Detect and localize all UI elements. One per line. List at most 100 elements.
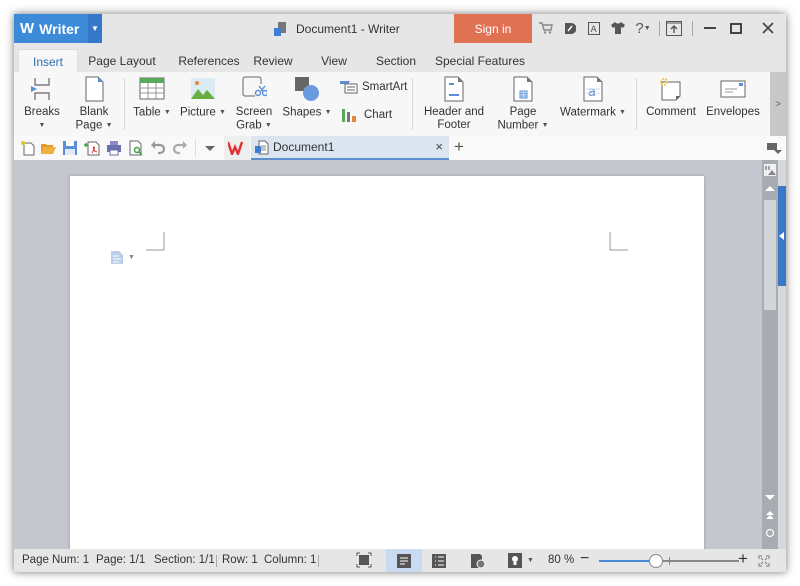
close-button[interactable] (756, 17, 780, 39)
page-corner-mark-top-left (146, 232, 165, 251)
document-page[interactable]: ▼ (70, 176, 704, 556)
document-tab[interactable]: Document1 × (251, 136, 449, 160)
vertical-scrollbar[interactable] (762, 160, 778, 549)
tab-special-features[interactable]: Special Features (432, 49, 528, 72)
full-screen-view-button[interactable] (356, 552, 374, 569)
screen-grab-button[interactable]: Screen Grab ▼ (234, 76, 274, 133)
help-icon[interactable]: ? ▼ (632, 20, 654, 37)
tab-page-layout[interactable]: Page Layout (82, 49, 162, 72)
upload-icon[interactable] (666, 20, 682, 36)
status-page-num: Page Num: 1 (22, 554, 90, 566)
new-document-icon[interactable] (20, 140, 36, 156)
status-row: Row: 1 (222, 554, 258, 566)
page-view-icon (397, 554, 411, 568)
sign-in-button[interactable]: Sign in (454, 14, 532, 43)
shapes-button[interactable]: Shapes ▼ (282, 76, 332, 120)
watermark-icon: a (580, 76, 606, 102)
comment-button[interactable]: Comment (644, 76, 698, 119)
page-view-button[interactable] (386, 549, 422, 572)
page-corner-mark-top-right (609, 232, 628, 251)
chart-icon (342, 109, 356, 122)
ribbon-scroll-right-button[interactable]: > (770, 72, 786, 136)
side-panel-toggle[interactable] (778, 186, 786, 286)
separator (412, 78, 413, 130)
print-icon[interactable] (106, 140, 122, 156)
wps-home-tab[interactable] (224, 136, 250, 160)
smartart-icon (340, 81, 358, 94)
zoom-slider-fill (599, 560, 655, 562)
zoom-out-button[interactable]: − (580, 550, 589, 568)
scrollbar-thumb[interactable] (764, 200, 776, 310)
svg-text:a: a (588, 85, 596, 100)
divider (659, 21, 660, 36)
blank-page-button[interactable]: Blank Page ▼ (74, 76, 114, 133)
picture-button[interactable]: Picture ▼ (180, 76, 226, 120)
tab-review[interactable]: Review (250, 49, 296, 72)
page-number-button[interactable]: Page Number ▼ (496, 76, 550, 133)
split-view-icon[interactable] (764, 164, 776, 176)
status-column: Column: 1 (264, 554, 317, 566)
close-tab-icon[interactable]: × (435, 139, 443, 154)
divider (318, 555, 319, 567)
header-footer-icon (441, 76, 467, 102)
separator (636, 78, 637, 130)
skin-icon[interactable] (562, 20, 578, 36)
app-menu-dropdown[interactable]: ▼ (88, 14, 102, 43)
writer-document-icon (255, 140, 269, 155)
ribbon-options-icon[interactable] (766, 140, 782, 156)
zoom-in-button[interactable]: + (738, 549, 748, 569)
header-footer-button[interactable]: Header and Footer (418, 76, 490, 132)
writer-window: W Writer ▼ Document1 - Writer Sign in A … (14, 14, 786, 572)
open-folder-icon[interactable] (40, 140, 56, 156)
web-layout-button[interactable] (470, 553, 486, 572)
cart-icon[interactable] (538, 20, 554, 36)
zoom-level[interactable]: 80 % (548, 554, 574, 566)
print-preview-icon[interactable] (128, 140, 144, 156)
tab-references[interactable]: References (168, 49, 250, 72)
paragraph-layout-button[interactable]: ▼ (110, 250, 135, 265)
minimize-button[interactable] (698, 17, 722, 39)
outline-view-button[interactable] (432, 554, 446, 571)
maximize-button[interactable] (724, 17, 748, 39)
tab-section[interactable]: Section (370, 49, 422, 72)
divider (216, 555, 217, 567)
undo-icon[interactable] (150, 140, 166, 156)
redo-icon[interactable] (172, 140, 188, 156)
zoom-slider-tick (669, 557, 670, 565)
envelopes-button[interactable]: Envelopes (704, 76, 762, 119)
breaks-button[interactable]: Breaks ▼ (22, 76, 62, 133)
outline-view-icon (432, 554, 446, 568)
tab-insert[interactable]: Insert (18, 49, 78, 73)
eye-protection-button[interactable]: ▼ (508, 553, 534, 568)
font-icon[interactable]: A (586, 20, 602, 36)
scroll-up-icon[interactable] (764, 184, 776, 192)
new-tab-button[interactable]: + (454, 137, 464, 157)
window-title: Document1 - Writer (274, 14, 400, 43)
zoom-slider[interactable] (599, 554, 739, 568)
smartart-button[interactable]: SmartArt (340, 80, 407, 94)
scroll-down-icon[interactable] (764, 494, 776, 502)
previous-page-icon[interactable] (764, 510, 776, 520)
zoom-slider-knob[interactable] (649, 554, 663, 568)
select-browse-object-icon[interactable] (764, 528, 776, 538)
paragraph-layout-icon (111, 251, 123, 264)
export-pdf-icon[interactable] (84, 140, 100, 156)
separator (124, 78, 125, 130)
wps-logo-icon (228, 141, 244, 155)
document-icon (274, 21, 288, 36)
fit-window-button[interactable] (758, 555, 770, 570)
chart-button[interactable]: Chart (342, 108, 392, 122)
watermark-button[interactable]: a Watermark ▼ (558, 76, 628, 120)
tshirt-icon[interactable] (610, 20, 626, 36)
table-icon (139, 76, 165, 102)
tab-view[interactable]: View (314, 49, 354, 72)
save-icon[interactable] (62, 140, 78, 156)
envelope-icon (720, 76, 746, 102)
collapse-left-icon (779, 232, 784, 240)
table-button[interactable]: Table ▼ (132, 76, 172, 120)
divider (195, 139, 196, 157)
customize-toolbar-dropdown-icon[interactable] (202, 140, 218, 156)
app-name: Writer (39, 20, 80, 37)
picture-icon (190, 76, 216, 102)
scissors-icon (241, 76, 269, 102)
